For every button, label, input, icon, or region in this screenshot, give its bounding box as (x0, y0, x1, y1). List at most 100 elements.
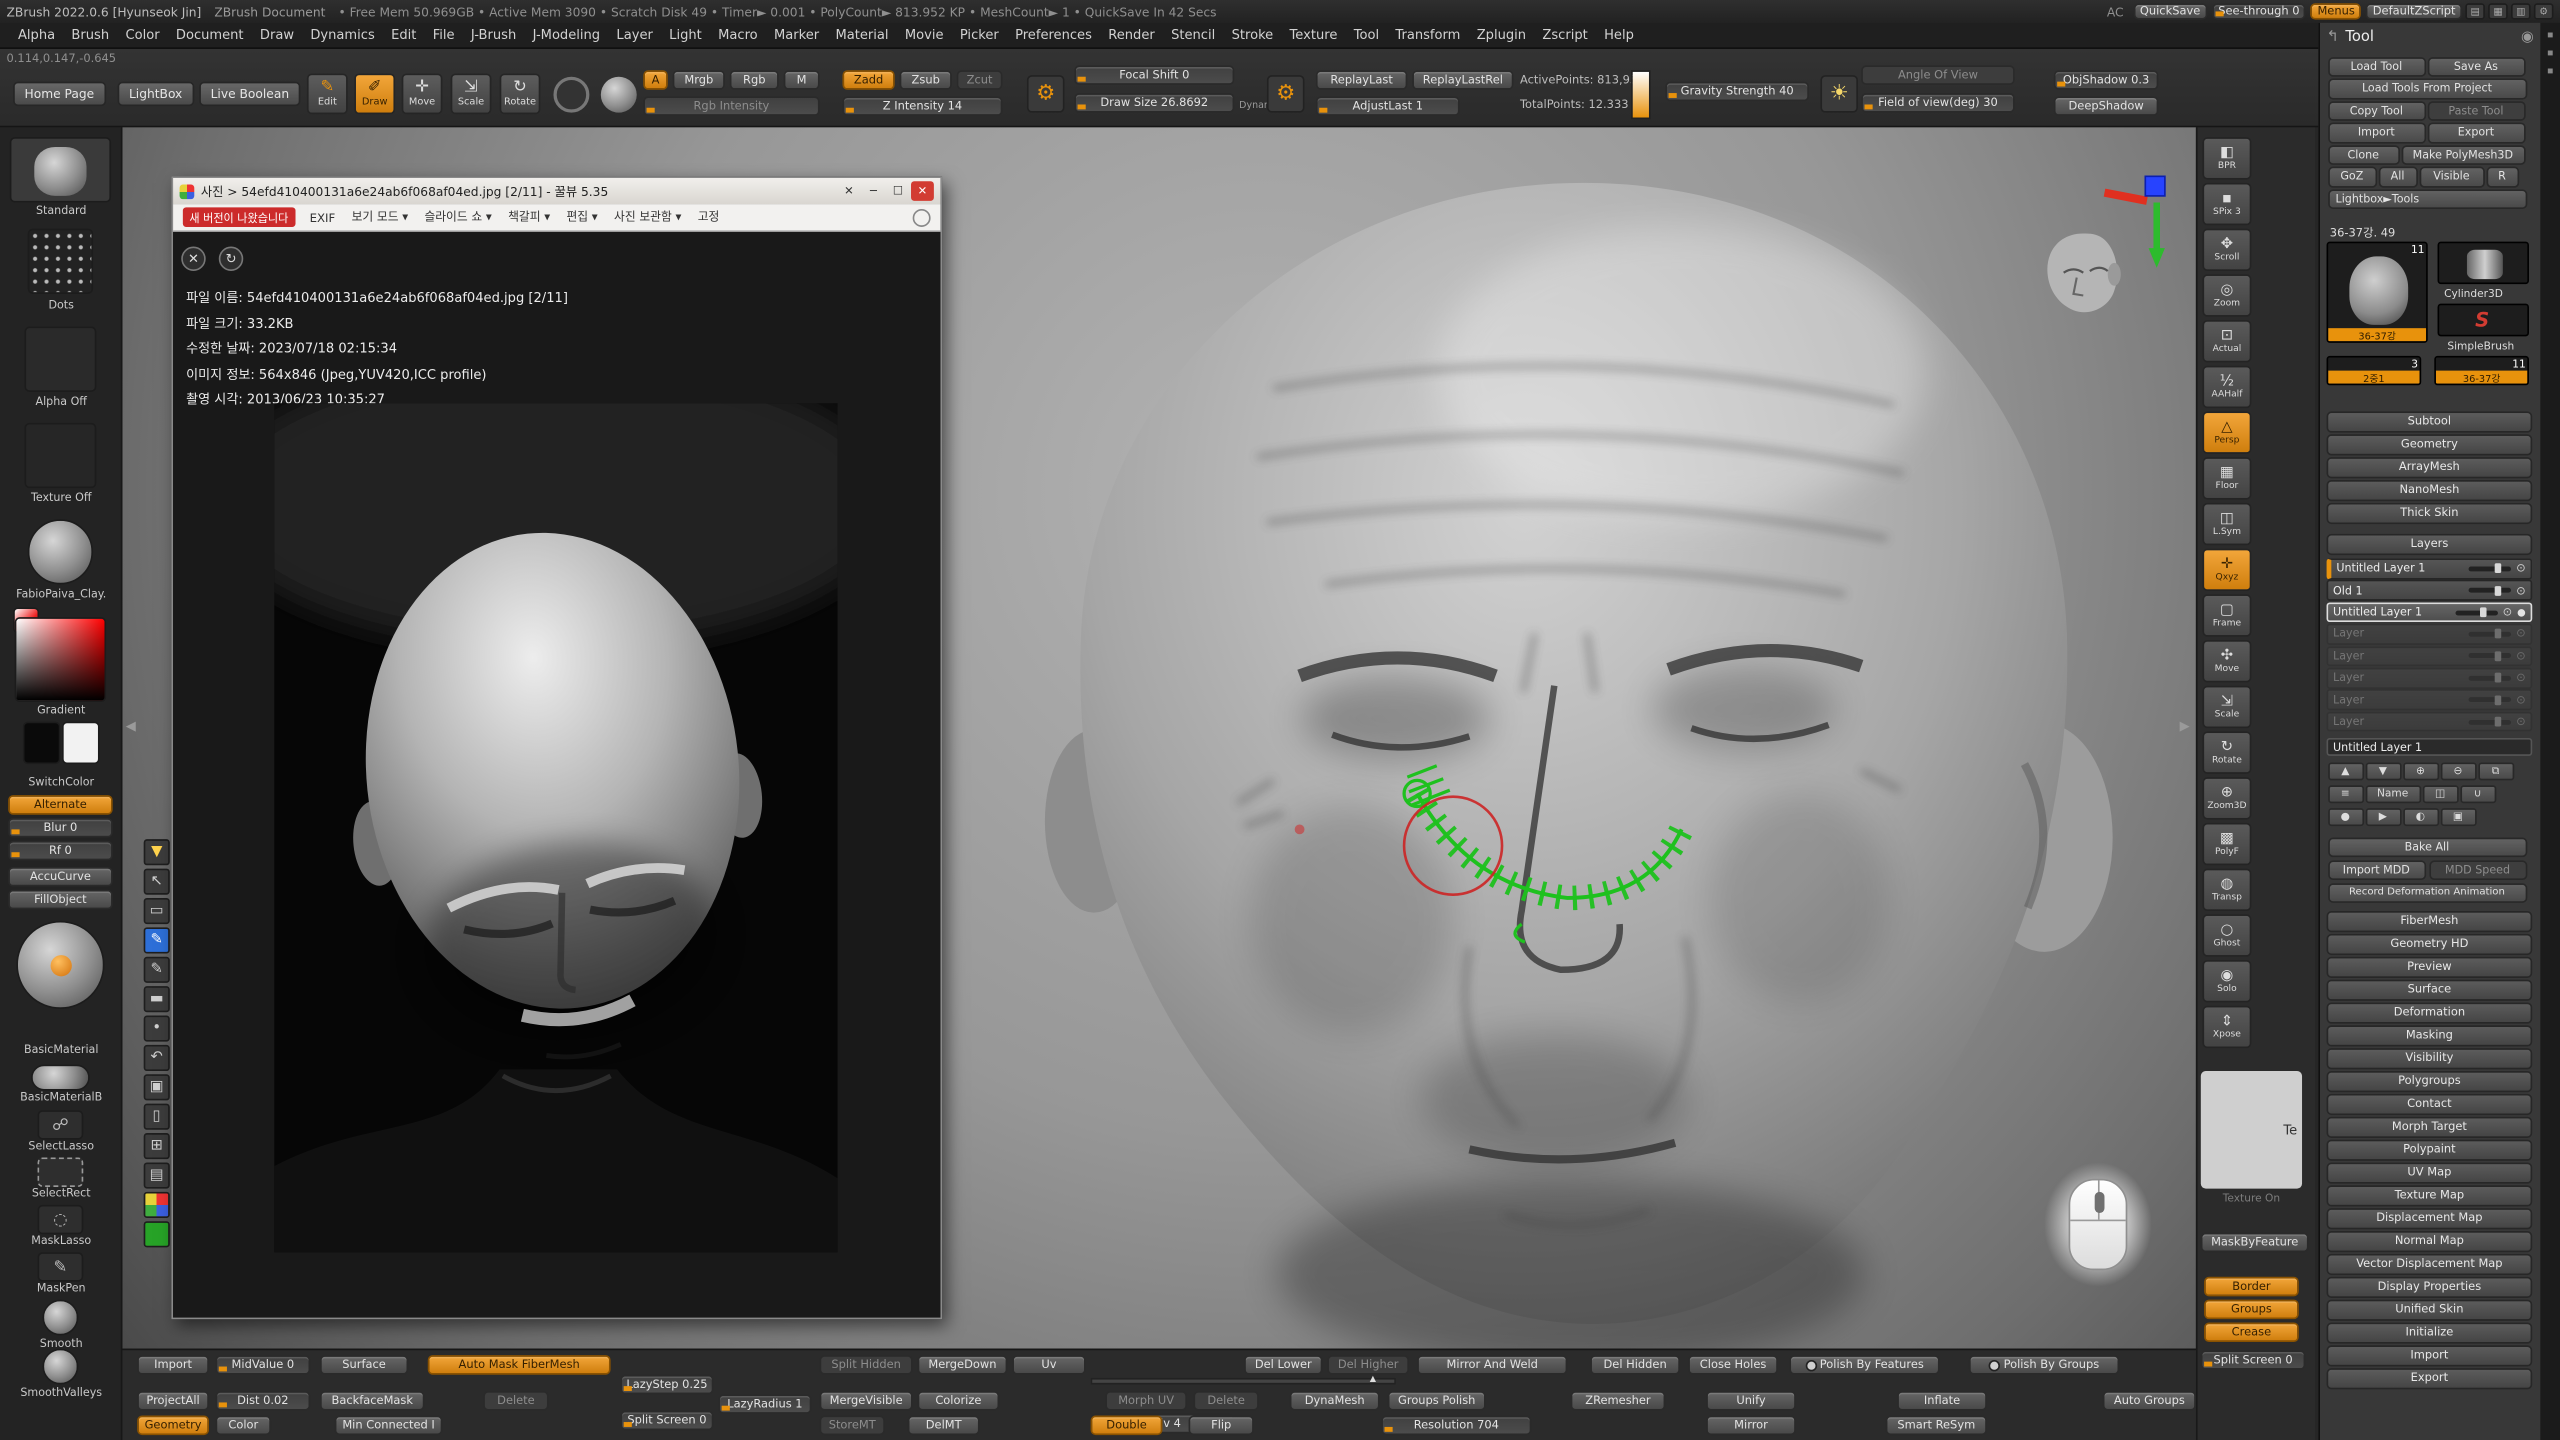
photo-menu-item[interactable]: 사진 보관함 ▾ (614, 209, 681, 225)
green-swatch-icon[interactable] (144, 1221, 170, 1247)
menu-item[interactable]: File (425, 28, 463, 43)
menu-item[interactable]: Preferences (1007, 28, 1100, 43)
menu-item[interactable]: Layer (608, 28, 661, 43)
layer-play-button[interactable]: ▶ (2365, 807, 2401, 825)
live-boolean-button[interactable]: Live Boolean (199, 82, 300, 106)
menu-item[interactable]: Macro (710, 28, 766, 43)
default-zscript-button[interactable]: DefaultZScript (2366, 3, 2462, 19)
tool-action-button[interactable]: Clone (2327, 144, 2399, 164)
scale-button[interactable]: ⇲ Scale (451, 73, 492, 114)
zoom-button[interactable]: ◎ Zoom (2202, 274, 2251, 316)
gravity-strength-slider[interactable]: Gravity Strength 40 (1665, 82, 1809, 102)
photo-maximize-button[interactable]: ☐ (887, 181, 910, 201)
zcut-button[interactable]: Zcut (957, 70, 1003, 90)
sdiv-track[interactable]: ▲ (1091, 1378, 1396, 1385)
color-picker[interactable] (15, 617, 106, 702)
pencil-icon[interactable]: ✎ (144, 957, 170, 983)
cylinder3d-thumbnail[interactable] (2438, 242, 2529, 284)
menu-item[interactable]: Render (1100, 28, 1163, 43)
bottom-button[interactable]: StoreMT (820, 1416, 885, 1436)
subpalette-header[interactable]: Thick Skin (2327, 503, 2533, 523)
bottom-button[interactable]: Dist 0.02 (216, 1391, 311, 1411)
subpalette-header[interactable]: FiberMesh (2327, 911, 2533, 931)
menu-item[interactable]: Draw (252, 28, 302, 43)
portrait-photo[interactable] (274, 403, 837, 1252)
zoom3d-button[interactable]: ⊕ Zoom3D (2202, 777, 2251, 819)
current-tool-thumbnail[interactable]: 11 36-37강 (2327, 242, 2428, 343)
menu-item[interactable]: Color (117, 28, 167, 43)
subpalette-header[interactable]: ArrayMesh (2327, 457, 2533, 477)
z-intensity-slider[interactable]: Z Intensity 14 (842, 96, 1002, 116)
ghost-button[interactable]: ○ Ghost (2202, 914, 2251, 956)
texture-thumbnail[interactable] (24, 423, 96, 488)
menu-item[interactable]: Tool (1346, 28, 1388, 43)
tool-action-button[interactable]: All (2378, 167, 2417, 187)
menus-button[interactable]: Menus (2311, 3, 2361, 19)
quicksave-button[interactable]: QuickSave (2133, 3, 2206, 19)
subpalette-header[interactable]: Import (2327, 1345, 2533, 1365)
Untitled Layer 1[interactable]: Untitled Layer 1 ⊙ (2327, 558, 2533, 579)
menu-item[interactable]: Light (661, 28, 710, 43)
tool-action-button[interactable]: Export (2427, 122, 2525, 142)
main-color-swatch[interactable] (23, 722, 61, 764)
mouse-tool-icon[interactable]: ▯ (144, 1104, 170, 1130)
bottom-button[interactable]: Del Hidden (1590, 1355, 1680, 1375)
layer-merge-button[interactable]: ∪ (2460, 784, 2496, 802)
tool-action-button[interactable]: GoZ (2327, 167, 2376, 187)
solo-button[interactable]: ◉ Solo (2202, 960, 2251, 1002)
aahalf-button[interactable]: ½ AAHalf (2202, 366, 2251, 408)
draw-size-slider[interactable]: Draw Size 26.8692 (1074, 93, 1234, 113)
subpalette-header[interactable]: Initialize (2327, 1322, 2533, 1342)
stamp-icon[interactable]: ▣ (144, 1074, 170, 1100)
layer-intensity-slider[interactable] (2469, 632, 2511, 637)
mask-by-feature-button[interactable]: MaskByFeature (2201, 1233, 2309, 1253)
pin-circle-icon[interactable] (913, 208, 931, 226)
layers-header[interactable]: Layers (2327, 534, 2533, 554)
blur-slider[interactable]: Blur 0 (8, 818, 112, 838)
menu-item[interactable]: Edit (383, 28, 425, 43)
photo-menu-item[interactable]: 슬라이드 쇼 ▾ (424, 209, 491, 225)
layer-name-field[interactable]: Untitled Layer 1 (2327, 738, 2533, 756)
mask-lasso-icon[interactable]: ◌ (38, 1205, 84, 1234)
material-ring-icon[interactable] (553, 77, 589, 113)
menu-item[interactable]: J-Modeling (524, 28, 608, 43)
replay-last-button[interactable]: ReplayLast (1316, 70, 1407, 90)
update-badge[interactable]: 새 버전이 나왔습니다 (183, 207, 295, 227)
photo-pin-button[interactable]: ✕ (838, 181, 861, 201)
light-icon[interactable]: ☀ (1820, 75, 1858, 113)
brush-settings-gear-icon[interactable]: ⚙ (1027, 75, 1065, 113)
material-thumbnail[interactable] (28, 519, 93, 584)
layer-duplicate-button[interactable]: ⧉ (2478, 762, 2514, 780)
bottom-button[interactable]: MergeVisible (820, 1391, 913, 1411)
rotate-button[interactable]: ↻ Rotate (500, 73, 541, 114)
tool-action-button[interactable]: Import (2327, 122, 2425, 142)
Layer[interactable]: Layer ⊙ (2327, 690, 2533, 711)
layer-new-button[interactable]: ⊕ (2402, 762, 2438, 780)
layer-intensity-slider[interactable] (2469, 654, 2511, 659)
secondary-color-swatch[interactable] (62, 722, 100, 764)
material-orb-icon[interactable] (601, 77, 637, 113)
bottom-button[interactable]: Color (216, 1416, 272, 1436)
select-lasso-icon[interactable]: ☍ (38, 1110, 84, 1139)
subpalette-header[interactable]: Surface (2327, 980, 2533, 1000)
smooth-thumbnail[interactable] (42, 1300, 78, 1336)
subpalette-header[interactable]: Subtool (2327, 411, 2533, 431)
obj-shadow-slider[interactable]: ObjShadow 0.3 (2054, 70, 2158, 90)
layer-intensity-slider[interactable] (2469, 566, 2511, 571)
accucurve-button[interactable]: AccuCurve (8, 867, 112, 887)
layer-intensity-slider[interactable] (2469, 588, 2511, 593)
bottom-button[interactable]: Polish By Groups (1969, 1355, 2119, 1375)
bottom-button[interactable]: ZRemesher (1571, 1391, 1666, 1411)
layer-down-button[interactable]: ▼ (2365, 762, 2401, 780)
bottom-button[interactable]: Auto Mask FiberMesh (428, 1355, 611, 1375)
menu-item[interactable]: Transform (1387, 28, 1468, 43)
bottom-button[interactable]: ProjectAll (137, 1391, 209, 1411)
bottom-button[interactable]: BackfaceMask (320, 1391, 424, 1411)
spix-slider[interactable]: ▪ SPix 3 (2202, 183, 2251, 225)
bottom-button[interactable]: Split Hidden (820, 1355, 913, 1375)
layer-eye-icon[interactable]: ⊙ (2516, 650, 2526, 663)
bottom-button[interactable]: Auto Groups (2103, 1391, 2196, 1411)
stroke-settings-gear-icon[interactable]: ⚙ (1267, 75, 1305, 113)
capture-icon[interactable]: ⊞ (144, 1133, 170, 1159)
left-tray-toggle[interactable]: ◀ (126, 718, 136, 733)
